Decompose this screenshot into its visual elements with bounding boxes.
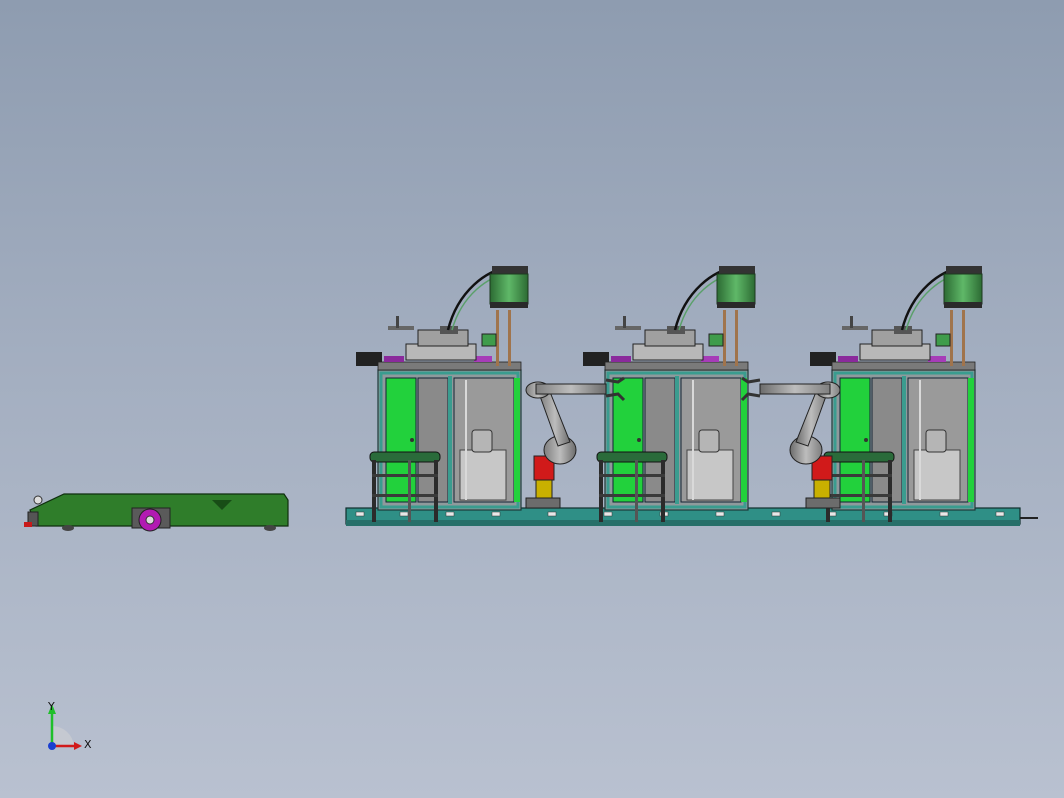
coordinate-triad: Y X — [47, 700, 92, 751]
cad-viewport[interactable]: Y X — [0, 0, 1064, 798]
triad-y-label: Y — [47, 700, 55, 713]
production-line[interactable] — [345, 264, 1038, 526]
assembly-scene[interactable]: Y X — [0, 0, 1064, 798]
station-1[interactable] — [354, 264, 530, 524]
agv-cart[interactable] — [24, 493, 289, 532]
triad-x-label: X — [84, 738, 92, 751]
station-2[interactable] — [581, 264, 757, 524]
robot-arm-2[interactable] — [740, 376, 842, 510]
